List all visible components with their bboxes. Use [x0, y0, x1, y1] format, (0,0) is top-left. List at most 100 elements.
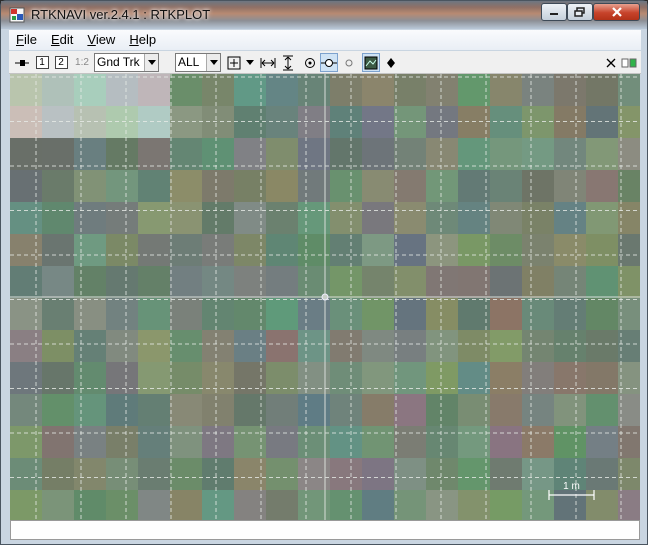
app-window: RTKNAVI ver.2.4.1 : RTKPLOT File Edit Vi…: [0, 0, 648, 545]
solution-1-button[interactable]: 1: [35, 53, 49, 72]
map-tile: [458, 458, 490, 490]
map-tile: [554, 426, 586, 458]
map-tile: [138, 458, 170, 490]
map-tile: [202, 394, 234, 426]
map-tile: [138, 202, 170, 234]
map-tile: [10, 138, 42, 170]
map-tile: [522, 426, 554, 458]
map-tile: [266, 394, 298, 426]
map-tile: [426, 330, 458, 362]
map-tile: [394, 170, 426, 202]
show-error-button[interactable]: [340, 53, 358, 72]
map-tile: [426, 74, 458, 106]
map-tile: [554, 202, 586, 234]
map-tile: [10, 202, 42, 234]
title-bar[interactable]: RTKNAVI ver.2.4.1 : RTKPLOT: [1, 1, 647, 29]
plot-type-select[interactable]: Gnd Trk: [94, 53, 159, 72]
connect-button[interactable]: [13, 53, 31, 72]
map-tile: [74, 266, 106, 298]
minimize-button[interactable]: [541, 3, 567, 21]
map-tile: [330, 298, 362, 330]
map-tile: [74, 426, 106, 458]
center-origin-button[interactable]: [225, 53, 243, 72]
map-tile: [458, 266, 490, 298]
map-tile: [74, 202, 106, 234]
show-point-button[interactable]: [320, 53, 338, 72]
chevron-down-icon: [144, 54, 158, 71]
marker-icon: [387, 57, 395, 68]
map-tile: [74, 138, 106, 170]
map-tile: [10, 330, 42, 362]
map-tile: [522, 298, 554, 330]
map-tile: [394, 266, 426, 298]
map-tile: [74, 170, 106, 202]
map-tile: [10, 234, 42, 266]
map-tile: [490, 170, 522, 202]
fit-vertical-button[interactable]: [279, 53, 297, 72]
map-tile: [170, 458, 202, 490]
map-tile: [42, 202, 74, 234]
maximize-button[interactable]: [567, 3, 593, 21]
map-tile: [362, 138, 394, 170]
solution-12-button[interactable]: 1:2: [72, 53, 92, 72]
map-image-button[interactable]: [362, 53, 380, 72]
map-tile: [138, 426, 170, 458]
map-tile: [266, 298, 298, 330]
map-tile: [426, 266, 458, 298]
map-tile: [522, 170, 554, 202]
menu-view-label: iew: [95, 32, 116, 47]
menu-bar: File Edit View Help: [9, 30, 641, 50]
map-tile: [394, 426, 426, 458]
map-tile: [362, 234, 394, 266]
menu-file[interactable]: File: [9, 30, 44, 50]
menu-help[interactable]: Help: [122, 30, 163, 50]
map-tile: [106, 74, 138, 106]
map-tile: [202, 458, 234, 490]
minimize-icon: [550, 13, 558, 15]
fit-horizontal-button[interactable]: [259, 53, 277, 72]
menu-help-label: elp: [138, 32, 157, 47]
map-tile: [554, 170, 586, 202]
map-tile: [426, 362, 458, 394]
map-tile: [362, 426, 394, 458]
map-tile: [74, 362, 106, 394]
menu-view[interactable]: View: [80, 30, 122, 50]
chevron-down-icon: [206, 54, 220, 71]
map-tile: [202, 330, 234, 362]
map-tile: [330, 266, 362, 298]
satellite-filter-select[interactable]: ALL: [175, 53, 221, 72]
solution-2-button[interactable]: 2: [54, 53, 68, 72]
solution-12-label: 1:2: [75, 57, 89, 68]
map-tile: [202, 74, 234, 106]
map-tile: [106, 426, 138, 458]
map-tile: [202, 138, 234, 170]
marker-button[interactable]: [382, 53, 400, 72]
map-tile: [586, 74, 618, 106]
center-options-dropdown[interactable]: [245, 53, 255, 72]
show-point-icon: [321, 58, 337, 67]
map-tile: [74, 298, 106, 330]
map-tile: [458, 234, 490, 266]
map-tile: [170, 74, 202, 106]
map-tile: [10, 170, 42, 202]
map-tile: [490, 330, 522, 362]
map-tile: [106, 330, 138, 362]
map-tile: [170, 394, 202, 426]
map-tile: [42, 490, 74, 520]
status-indicator-icon: [621, 58, 637, 67]
map-tile: [266, 74, 298, 106]
map-tile: [586, 330, 618, 362]
map-tile: [522, 74, 554, 106]
close-plot-button[interactable]: [602, 53, 620, 72]
map-tile: [522, 234, 554, 266]
map-tile: [394, 394, 426, 426]
map-tile: [266, 330, 298, 362]
menu-edit[interactable]: Edit: [44, 30, 80, 50]
map-tile: [490, 298, 522, 330]
map-tile: [266, 362, 298, 394]
close-window-button[interactable]: [593, 3, 640, 21]
plot-area[interactable]: 1 m: [10, 74, 640, 520]
map-tile: [426, 170, 458, 202]
show-track-button[interactable]: [301, 53, 319, 72]
map-tile: [138, 394, 170, 426]
